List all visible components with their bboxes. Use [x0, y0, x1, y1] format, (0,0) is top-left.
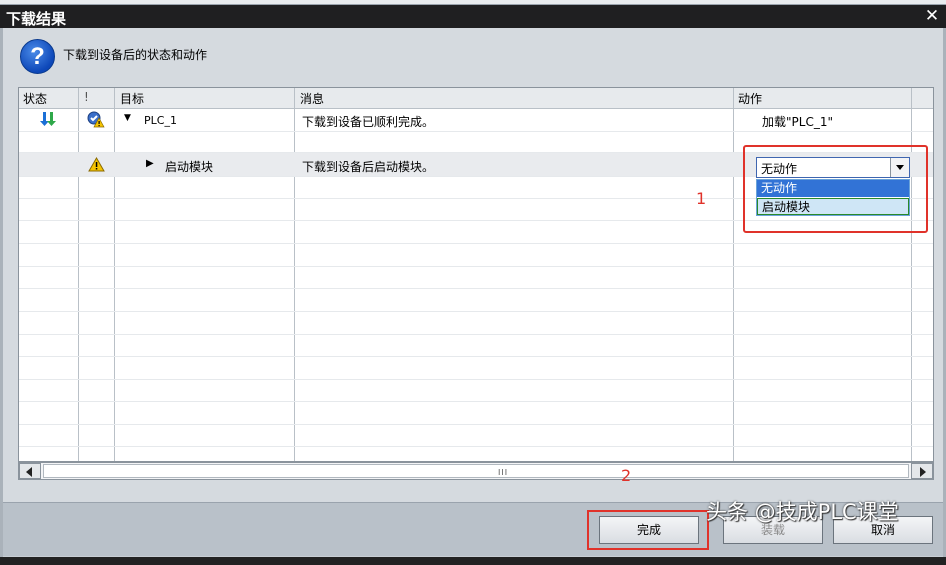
column-header-message[interactable]: 消息 [300, 90, 324, 107]
expand-down-icon[interactable]: ▼ [124, 113, 131, 123]
column-header-target[interactable]: 目标 [120, 90, 144, 107]
annotation-box-2 [587, 510, 709, 550]
scrollbar-thumb[interactable]: III [43, 464, 909, 478]
message-start-module: 下载到设备后启动模块。 [302, 160, 435, 174]
message-plc1: 下载到设备已顺利完成。 [302, 115, 435, 129]
close-icon[interactable]: ✕ [922, 6, 942, 26]
watermark: 头条 @技成PLC课堂 [706, 500, 899, 524]
bottom-strip [0, 557, 946, 565]
action-plc1: 加载"PLC_1" [762, 115, 833, 129]
question-icon: ? [20, 39, 55, 74]
scroll-right-icon[interactable] [911, 463, 933, 479]
download-results-dialog: ? 下载到设备后的状态和动作 状态 ! 目标 消息 动作 ▼ PLC_1 下载到… [3, 28, 943, 556]
table-header: 状态 ! 目标 消息 动作 [19, 88, 933, 109]
annotation-label-2: 2 [621, 466, 632, 485]
column-header-alert[interactable]: ! [84, 90, 89, 104]
annotation-label-1: 1 [696, 189, 707, 208]
column-header-status[interactable]: 状态 [23, 90, 47, 107]
check-warning-icon [87, 111, 105, 128]
scrollbar-grip: III [498, 468, 509, 477]
warning-icon [88, 157, 105, 172]
horizontal-scrollbar[interactable]: III [18, 462, 934, 480]
target-start-module: 启动模块 [165, 160, 214, 174]
column-header-action[interactable]: 动作 [738, 90, 762, 107]
scroll-left-icon[interactable] [19, 463, 41, 479]
title-bar: 下载结果 ✕ [0, 5, 946, 28]
window-title: 下载结果 [6, 10, 67, 28]
results-table: 状态 ! 目标 消息 动作 ▼ PLC_1 下载到设备已顺利完成。 加载"PLC… [18, 87, 934, 462]
header-description: 下载到设备后的状态和动作 [63, 48, 208, 62]
annotation-box-1 [743, 145, 928, 233]
download-arrows-icon [40, 112, 56, 126]
expand-right-icon[interactable]: ▶ [146, 158, 154, 169]
target-plc1: PLC_1 [144, 114, 177, 127]
